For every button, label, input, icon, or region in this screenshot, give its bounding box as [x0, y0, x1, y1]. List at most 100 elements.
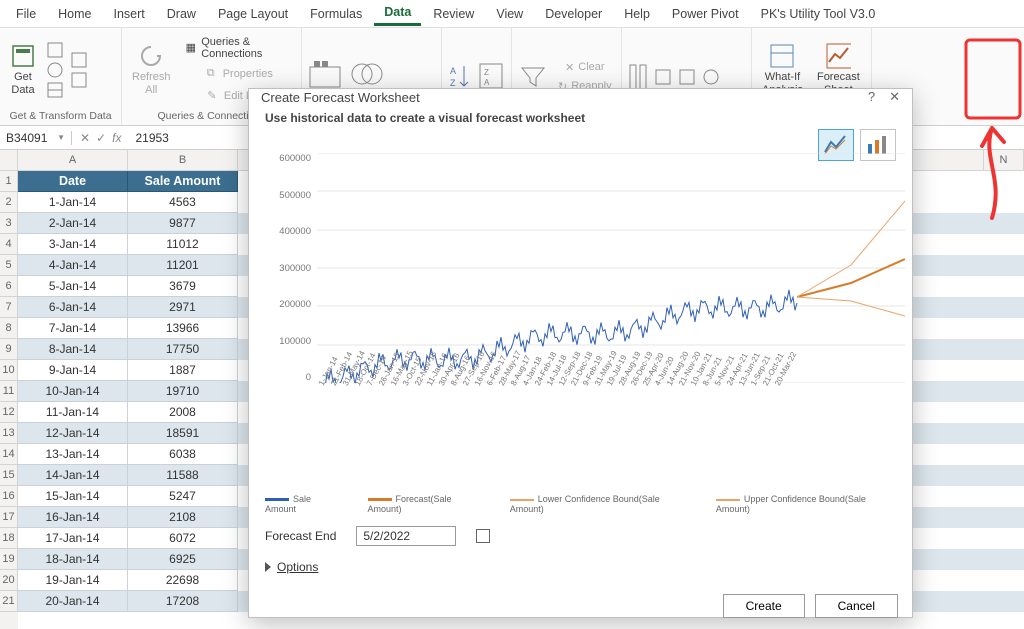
- from-web-icon[interactable]: [46, 61, 64, 79]
- select-all-corner[interactable]: [0, 150, 18, 171]
- tab-power-pivot[interactable]: Power Pivot: [662, 3, 749, 25]
- cell-amount[interactable]: 1887: [128, 360, 238, 381]
- clear-filter-button[interactable]: ✕Clear: [554, 59, 616, 76]
- sort-button-icon[interactable]: ZA: [478, 62, 504, 92]
- cell-date[interactable]: 12-Jan-14: [18, 423, 128, 444]
- cell-date[interactable]: 5-Jan-14: [18, 276, 128, 297]
- tab-formulas[interactable]: Formulas: [300, 3, 372, 25]
- tab-draw[interactable]: Draw: [157, 3, 206, 25]
- tab-developer[interactable]: Developer: [535, 3, 612, 25]
- enter-formula-icon[interactable]: ✓: [96, 131, 106, 145]
- cancel-formula-icon[interactable]: ✕: [80, 131, 90, 145]
- tab-file[interactable]: File: [6, 3, 46, 25]
- cell-date[interactable]: 17-Jan-14: [18, 528, 128, 549]
- cell-date[interactable]: 4-Jan-14: [18, 255, 128, 276]
- calendar-icon[interactable]: [476, 529, 490, 543]
- cell-date[interactable]: 15-Jan-14: [18, 486, 128, 507]
- tab-view[interactable]: View: [486, 3, 533, 25]
- cell-amount[interactable]: 3679: [128, 276, 238, 297]
- cell-date[interactable]: 1-Jan-14: [18, 192, 128, 213]
- row-header[interactable]: 12: [0, 402, 18, 423]
- col-header-b[interactable]: B: [128, 150, 238, 171]
- properties-button[interactable]: ⧉Properties: [181, 64, 295, 84]
- cell-amount[interactable]: 11588: [128, 465, 238, 486]
- cell-amount[interactable]: 2008: [128, 402, 238, 423]
- help-icon[interactable]: ?: [868, 89, 875, 105]
- flash-fill-icon[interactable]: [654, 68, 672, 86]
- forecast-end-input[interactable]: 5/2/2022: [356, 526, 456, 546]
- row-header[interactable]: 2: [0, 192, 18, 213]
- cell-date[interactable]: 9-Jan-14: [18, 360, 128, 381]
- cell-date[interactable]: 8-Jan-14: [18, 339, 128, 360]
- cell-date[interactable]: 7-Jan-14: [18, 318, 128, 339]
- row-header[interactable]: 7: [0, 297, 18, 318]
- col-header-n[interactable]: N: [984, 150, 1024, 171]
- refresh-all-button[interactable]: Refresh All: [128, 41, 175, 97]
- cell-date[interactable]: 18-Jan-14: [18, 549, 128, 570]
- tab-help[interactable]: Help: [614, 3, 660, 25]
- cell-amount[interactable]: 6038: [128, 444, 238, 465]
- cell-amount[interactable]: 22698: [128, 570, 238, 591]
- row-header[interactable]: 9: [0, 339, 18, 360]
- cell-date[interactable]: 13-Jan-14: [18, 444, 128, 465]
- row-header[interactable]: 3: [0, 213, 18, 234]
- cell-amount[interactable]: 6072: [128, 528, 238, 549]
- cell-date[interactable]: 20-Jan-14: [18, 591, 128, 612]
- remove-dup-icon[interactable]: [678, 68, 696, 86]
- data-validation-icon[interactable]: [702, 68, 720, 86]
- from-table-icon[interactable]: [46, 81, 64, 99]
- cell-amount[interactable]: 2108: [128, 507, 238, 528]
- row-header[interactable]: 4: [0, 234, 18, 255]
- get-data-button[interactable]: Get Data: [6, 41, 40, 97]
- cell-amount[interactable]: 18591: [128, 423, 238, 444]
- tab-data[interactable]: Data: [374, 1, 421, 26]
- cell-amount[interactable]: 11201: [128, 255, 238, 276]
- row-header[interactable]: 14: [0, 444, 18, 465]
- row-header[interactable]: 6: [0, 276, 18, 297]
- cell-amount[interactable]: 11012: [128, 234, 238, 255]
- cell-date[interactable]: 10-Jan-14: [18, 381, 128, 402]
- queries-connections-button[interactable]: ▦Queries & Connections: [181, 34, 295, 62]
- create-button[interactable]: Create: [723, 594, 805, 618]
- tab-page-layout[interactable]: Page Layout: [208, 3, 298, 25]
- cell-amount[interactable]: 17750: [128, 339, 238, 360]
- tab-review[interactable]: Review: [423, 3, 484, 25]
- row-header[interactable]: 11: [0, 381, 18, 402]
- cell-amount[interactable]: 5247: [128, 486, 238, 507]
- row-header[interactable]: 18: [0, 528, 18, 549]
- row-header[interactable]: 1: [0, 171, 18, 192]
- cell-amount[interactable]: 2971: [128, 297, 238, 318]
- cell-amount[interactable]: 13966: [128, 318, 238, 339]
- cell-amount[interactable]: 4563: [128, 192, 238, 213]
- from-text-icon[interactable]: [46, 41, 64, 59]
- row-header[interactable]: 21: [0, 591, 18, 612]
- cancel-button[interactable]: Cancel: [815, 594, 898, 618]
- row-header[interactable]: 16: [0, 486, 18, 507]
- cell-amount[interactable]: 9877: [128, 213, 238, 234]
- cell-date[interactable]: 2-Jan-14: [18, 213, 128, 234]
- row-header[interactable]: 19: [0, 549, 18, 570]
- row-header[interactable]: 17: [0, 507, 18, 528]
- row-header[interactable]: 5: [0, 255, 18, 276]
- cell-amount[interactable]: 19710: [128, 381, 238, 402]
- row-header[interactable]: 13: [0, 423, 18, 444]
- tab-insert[interactable]: Insert: [104, 3, 155, 25]
- row-header[interactable]: 20: [0, 570, 18, 591]
- cell-amount[interactable]: 17208: [128, 591, 238, 612]
- cell-date[interactable]: 19-Jan-14: [18, 570, 128, 591]
- cell-date[interactable]: 14-Jan-14: [18, 465, 128, 486]
- cell-amount[interactable]: 6925: [128, 549, 238, 570]
- row-header[interactable]: 15: [0, 465, 18, 486]
- name-box[interactable]: B34091 ▼: [0, 131, 72, 145]
- text-to-columns-icon[interactable]: [628, 63, 648, 91]
- sort-asc-icon[interactable]: AZ: [448, 62, 472, 92]
- row-header[interactable]: 8: [0, 318, 18, 339]
- cell-date[interactable]: 3-Jan-14: [18, 234, 128, 255]
- row-header[interactable]: 10: [0, 360, 18, 381]
- tab-home[interactable]: Home: [48, 3, 101, 25]
- col-header-a[interactable]: A: [18, 150, 128, 171]
- close-icon[interactable]: ✕: [889, 89, 900, 105]
- filter-icon[interactable]: [518, 62, 548, 92]
- options-expander[interactable]: Options: [265, 560, 896, 574]
- tab-pk-utility[interactable]: PK's Utility Tool V3.0: [751, 3, 886, 25]
